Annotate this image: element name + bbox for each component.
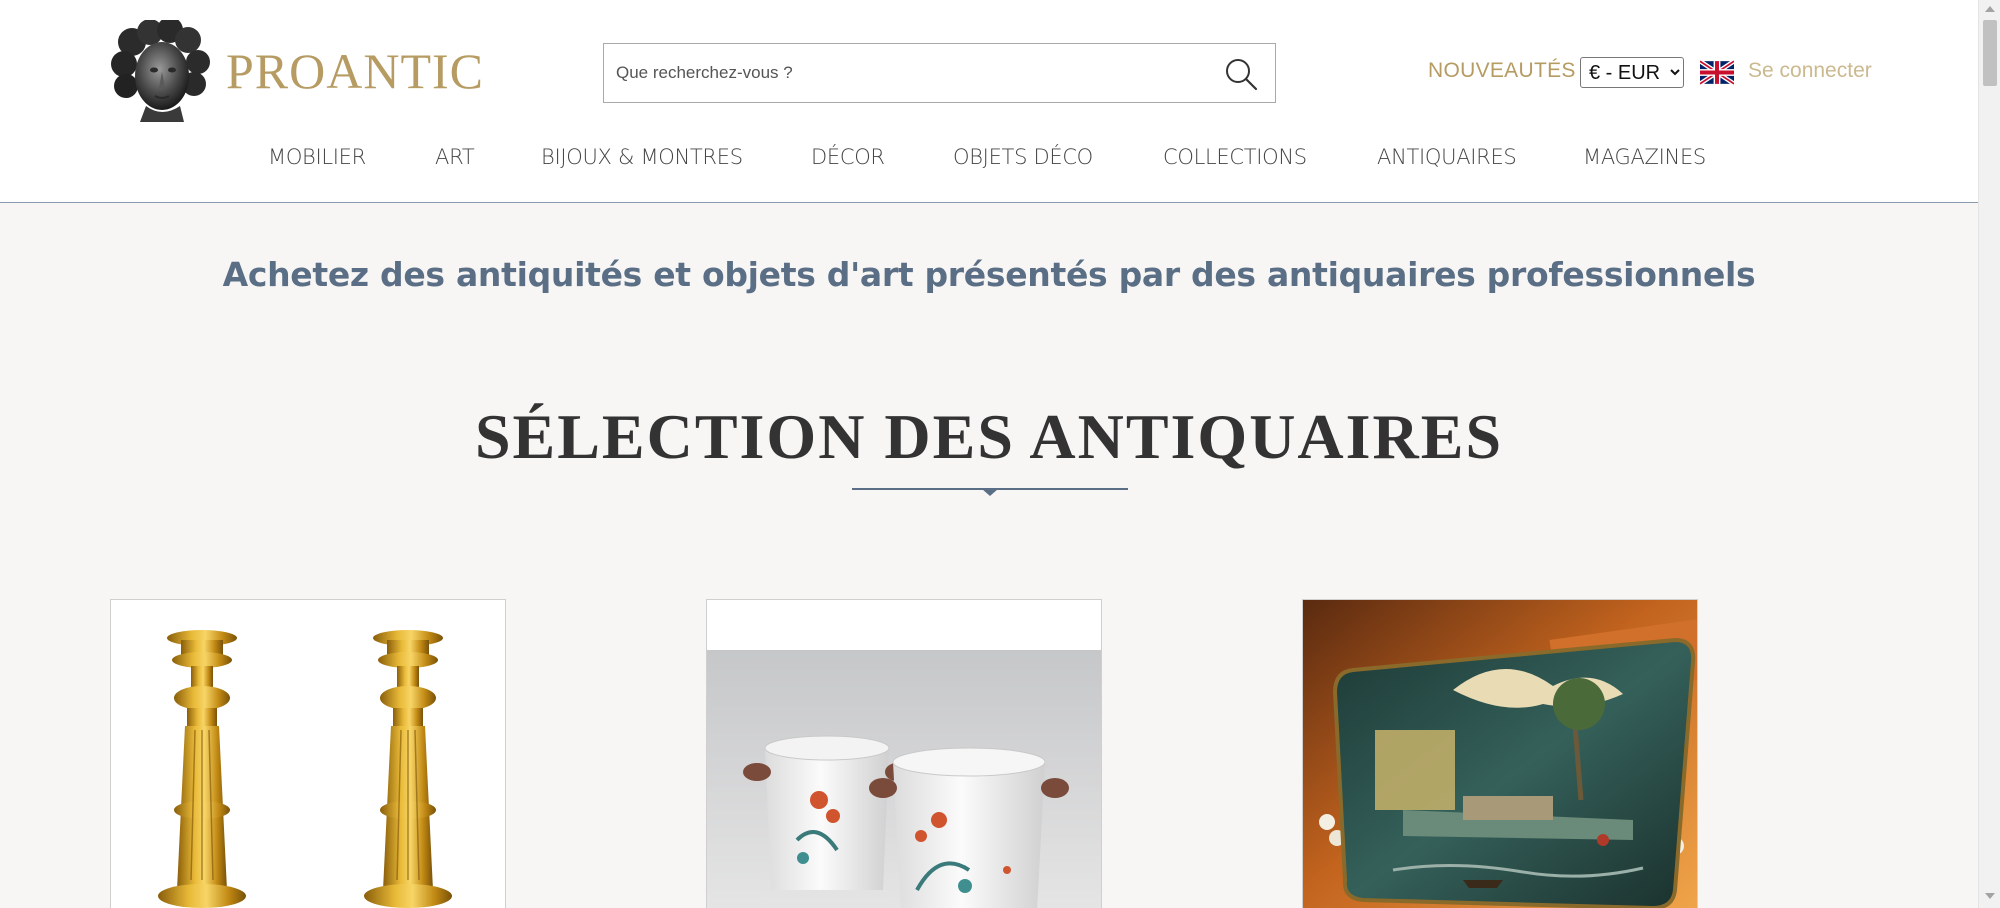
product-card-wine-coolers[interactable] xyxy=(706,599,1102,908)
product-card-candlesticks[interactable] xyxy=(110,599,506,908)
scroll-up-icon[interactable] xyxy=(1985,6,1995,12)
nav-item-collections[interactable]: COLLECTIONS xyxy=(1163,145,1307,169)
uk-flag-icon[interactable] xyxy=(1700,60,1734,85)
nav-item-magazines[interactable]: MAGAZINES xyxy=(1583,145,1706,169)
search-box xyxy=(603,43,1276,103)
nav-item-decor[interactable]: DÉCOR xyxy=(811,145,885,169)
search-icon[interactable] xyxy=(1223,56,1259,92)
nav-item-mobilier[interactable]: MOBILIER xyxy=(268,145,366,169)
login-link[interactable]: Se connecter xyxy=(1748,59,1872,83)
new-arrivals-link[interactable]: NOUVEAUTÉS xyxy=(1428,59,1576,83)
bust-logo-icon xyxy=(111,20,210,122)
search-input[interactable] xyxy=(604,44,1204,102)
vertical-scrollbar[interactable] xyxy=(1978,0,2000,908)
section-divider xyxy=(852,488,1128,496)
nav-item-bijoux-montres[interactable]: BIJOUX & MONTRES xyxy=(541,145,743,169)
currency-select[interactable]: € - EUR xyxy=(1580,57,1684,88)
product-image-wine-coolers[interactable] xyxy=(707,600,1102,908)
section-title: SÉLECTION DES ANTIQUAIRES xyxy=(474,401,1504,472)
product-card-lacquer-box[interactable] xyxy=(1302,599,1698,908)
nav-item-art[interactable]: ART xyxy=(435,145,475,169)
product-image-candlesticks[interactable] xyxy=(111,600,506,908)
scroll-down-icon[interactable] xyxy=(1985,893,1995,899)
nav-item-antiquaires[interactable]: ANTIQUAIRES xyxy=(1377,145,1517,169)
product-image-lacquer-box[interactable] xyxy=(1303,600,1698,908)
nav-item-objets-deco[interactable]: OBJETS DÉCO xyxy=(953,145,1093,169)
site-header: PROANTIC NOUVEAUTÉS € - EUR Se connecter… xyxy=(0,0,1978,203)
scrollbar-thumb[interactable] xyxy=(1983,20,1997,86)
logo-link[interactable]: PROANTIC xyxy=(110,20,484,122)
brand-name: PROANTIC xyxy=(226,43,485,99)
main-nav: MOBILIER ART BIJOUX & MONTRES DÉCOR OBJE… xyxy=(0,145,1978,181)
page-tagline: Achetez des antiquités et objets d'art p… xyxy=(222,255,1756,294)
